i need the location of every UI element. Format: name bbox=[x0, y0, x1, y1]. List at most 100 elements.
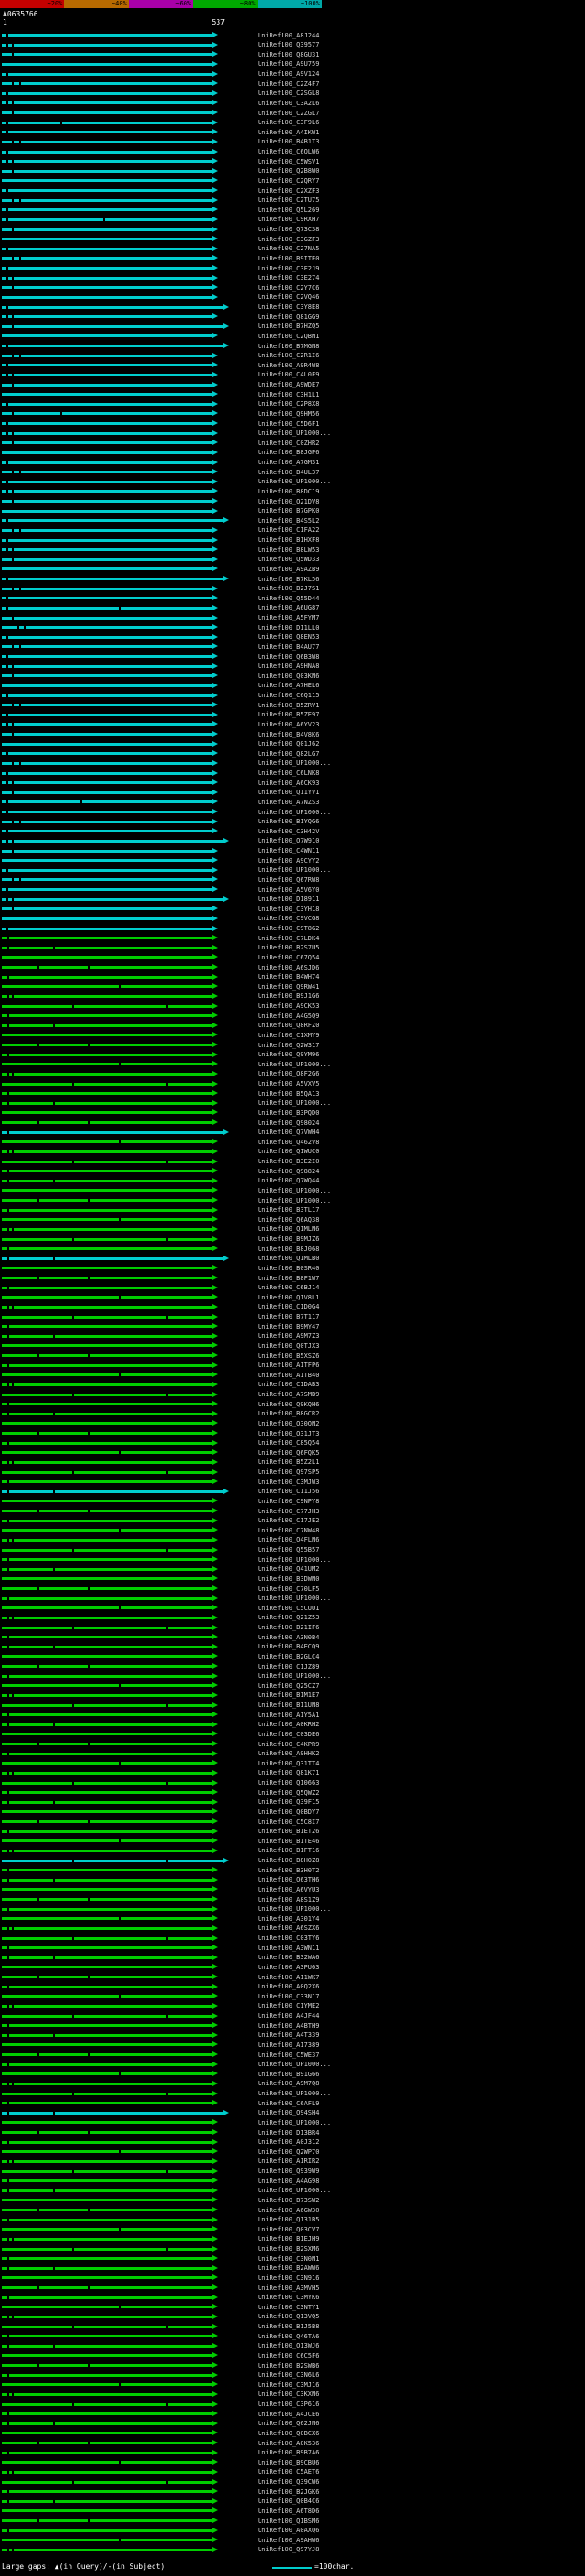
alignment-bar[interactable] bbox=[2, 383, 212, 387]
alignment-bar[interactable] bbox=[2, 1995, 212, 1998]
hit-label[interactable]: UniRef100_A0J312 bbox=[258, 2138, 319, 2146]
alignment-bar[interactable] bbox=[2, 2442, 212, 2444]
hit-label[interactable]: UniRef100_Q7WQ44 bbox=[258, 1177, 319, 1184]
alignment-bar[interactable] bbox=[2, 2364, 212, 2367]
alignment-bar[interactable] bbox=[2, 1179, 212, 1182]
hit-label[interactable]: UniRef100_Q1WUC0 bbox=[258, 1148, 319, 1155]
hit-label[interactable]: UniRef100_UP1000... bbox=[258, 1099, 331, 1107]
alignment-bar[interactable] bbox=[2, 1693, 212, 1697]
alignment-bar[interactable] bbox=[2, 2335, 212, 2338]
hit-label[interactable]: UniRef100_Q1V8L1 bbox=[258, 1294, 319, 1301]
hit-label[interactable]: UniRef100_Q63TH6 bbox=[258, 1876, 319, 1883]
alignment-bar[interactable] bbox=[2, 2266, 212, 2270]
alignment-bar[interactable] bbox=[2, 2480, 212, 2484]
alignment-bar[interactable] bbox=[2, 1363, 212, 1367]
hit-label[interactable]: UniRef100_UP1000... bbox=[258, 1672, 331, 1680]
hit-label[interactable]: UniRef100_Q0BCX6 bbox=[258, 2430, 319, 2437]
hit-label[interactable]: UniRef100_C3KXN6 bbox=[258, 2390, 319, 2398]
hit-label[interactable]: UniRef100_Q13VQ5 bbox=[258, 2313, 319, 2320]
alignment-bar[interactable] bbox=[2, 1460, 212, 1464]
alignment-bar[interactable] bbox=[2, 674, 212, 678]
hit-label[interactable]: UniRef100_Q462V8 bbox=[258, 1139, 319, 1146]
hit-label[interactable]: UniRef100_C5CUU1 bbox=[258, 1605, 319, 1612]
hit-label[interactable]: UniRef100_C6LNK8 bbox=[258, 769, 319, 777]
alignment-bar[interactable] bbox=[2, 1247, 212, 1251]
hit-label[interactable]: UniRef100_C03TY6 bbox=[258, 1935, 319, 1942]
hit-label[interactable]: UniRef100_C3P616 bbox=[258, 2401, 319, 2408]
hit-label[interactable]: UniRef100_C6Q115 bbox=[258, 692, 319, 699]
hit-label[interactable]: UniRef100_Q9HM56 bbox=[258, 410, 319, 418]
alignment-bar[interactable] bbox=[2, 2024, 212, 2028]
hit-label[interactable]: UniRef100_Q62JN6 bbox=[258, 2420, 319, 2427]
hit-label[interactable]: UniRef100_C3YH18 bbox=[258, 906, 319, 913]
alignment-bar[interactable] bbox=[2, 422, 212, 425]
hit-label[interactable]: UniRef100_Q81GG9 bbox=[258, 313, 319, 321]
hit-label[interactable]: UniRef100_A6VYU3 bbox=[258, 1886, 319, 1893]
hit-label[interactable]: UniRef100_Q939W9 bbox=[258, 2168, 319, 2175]
hit-label[interactable]: UniRef100_D13BR4 bbox=[258, 2129, 319, 2136]
hit-label[interactable]: UniRef100_UP1000... bbox=[258, 1556, 331, 1564]
hit-label[interactable]: UniRef100_Q7W910 bbox=[258, 837, 319, 844]
alignment-bar[interactable] bbox=[2, 820, 212, 823]
hit-label[interactable]: UniRef100_Q98024 bbox=[258, 1119, 319, 1127]
hit-label[interactable]: UniRef100_B7KL56 bbox=[258, 576, 319, 583]
alignment-bar[interactable] bbox=[2, 888, 212, 891]
alignment-bar[interactable] bbox=[2, 2325, 212, 2328]
alignment-bar[interactable] bbox=[2, 1626, 212, 1629]
hit-label[interactable]: UniRef100_B4WH74 bbox=[258, 973, 319, 981]
hit-label[interactable]: UniRef100_C3NTY1 bbox=[258, 2304, 319, 2311]
hit-label[interactable]: UniRef100_A6SZX6 bbox=[258, 1924, 319, 1932]
alignment-bar[interactable] bbox=[2, 2092, 212, 2095]
alignment-bar[interactable] bbox=[2, 2209, 212, 2211]
hit-label[interactable]: UniRef100_B8DC19 bbox=[258, 488, 319, 495]
alignment-bar[interactable] bbox=[2, 2470, 212, 2474]
hit-label[interactable]: UniRef100_Q98824 bbox=[258, 1168, 319, 1175]
alignment-bar[interactable] bbox=[2, 1829, 212, 1833]
hit-label[interactable]: UniRef100_A6GW30 bbox=[258, 2207, 319, 2214]
hit-label[interactable]: UniRef100_C27NA5 bbox=[258, 245, 319, 252]
alignment-bar[interactable] bbox=[2, 480, 212, 483]
hit-label[interactable]: UniRef100_Q97YJ8 bbox=[258, 2546, 319, 2553]
alignment-bar[interactable] bbox=[2, 897, 223, 901]
alignment-bar[interactable] bbox=[2, 1344, 212, 1348]
alignment-bar[interactable] bbox=[2, 131, 212, 134]
hit-label[interactable]: UniRef100_C3E274 bbox=[258, 274, 319, 281]
alignment-bar[interactable] bbox=[2, 2539, 212, 2542]
hit-label[interactable]: UniRef100_C2QRY7 bbox=[258, 177, 319, 185]
alignment-bar[interactable] bbox=[2, 1014, 212, 1018]
hit-label[interactable]: UniRef100_A9HHK2 bbox=[258, 1750, 319, 1757]
alignment-bar[interactable] bbox=[2, 286, 212, 290]
hit-label[interactable]: UniRef100_Q10663 bbox=[258, 1779, 319, 1786]
alignment-bar[interactable] bbox=[2, 1946, 212, 1950]
alignment-bar[interactable] bbox=[2, 1256, 223, 1260]
alignment-bar[interactable] bbox=[2, 713, 212, 716]
alignment-bar[interactable] bbox=[2, 655, 212, 658]
alignment-bar[interactable] bbox=[2, 1898, 212, 1901]
alignment-bar[interactable] bbox=[2, 1859, 223, 1862]
alignment-bar[interactable] bbox=[2, 1500, 212, 1503]
hit-label[interactable]: UniRef100_Q9KQH6 bbox=[258, 1401, 319, 1408]
alignment-bar[interactable] bbox=[2, 1072, 212, 1076]
alignment-bar[interactable] bbox=[2, 1888, 212, 1892]
hit-label[interactable]: UniRef100_Q0BDY7 bbox=[258, 1808, 319, 1816]
hit-label[interactable]: UniRef100_A1Y5A1 bbox=[258, 1712, 319, 1719]
alignment-bar[interactable] bbox=[2, 723, 212, 726]
alignment-bar[interactable] bbox=[2, 2528, 212, 2532]
hit-label[interactable]: UniRef100_Q5L269 bbox=[258, 207, 319, 214]
alignment-bar[interactable] bbox=[2, 1422, 212, 1426]
hit-label[interactable]: UniRef100_C7LDK4 bbox=[258, 935, 319, 942]
alignment-bar[interactable] bbox=[2, 2169, 212, 2173]
hit-label[interactable]: UniRef100_B7GPK0 bbox=[258, 507, 319, 514]
hit-label[interactable]: UniRef100_C2P8X8 bbox=[258, 400, 319, 408]
alignment-bar[interactable] bbox=[2, 1383, 212, 1386]
hit-label[interactable]: UniRef100_C11J56 bbox=[258, 1488, 319, 1495]
hit-label[interactable]: UniRef100_Q97SP5 bbox=[258, 1468, 319, 1476]
hit-label[interactable]: UniRef100_C2SGL8 bbox=[258, 90, 319, 97]
hit-label[interactable]: UniRef100_A7HEL6 bbox=[258, 682, 319, 689]
hit-label[interactable]: UniRef100_Q0TJX3 bbox=[258, 1342, 319, 1350]
alignment-bar[interactable] bbox=[2, 2276, 212, 2280]
alignment-bar[interactable] bbox=[2, 839, 223, 843]
hit-label[interactable]: UniRef100_C0ZHR2 bbox=[258, 440, 319, 447]
hit-label[interactable]: UniRef100_A9AHW6 bbox=[258, 2537, 319, 2544]
hit-label[interactable]: UniRef100_B7T117 bbox=[258, 1313, 319, 1320]
